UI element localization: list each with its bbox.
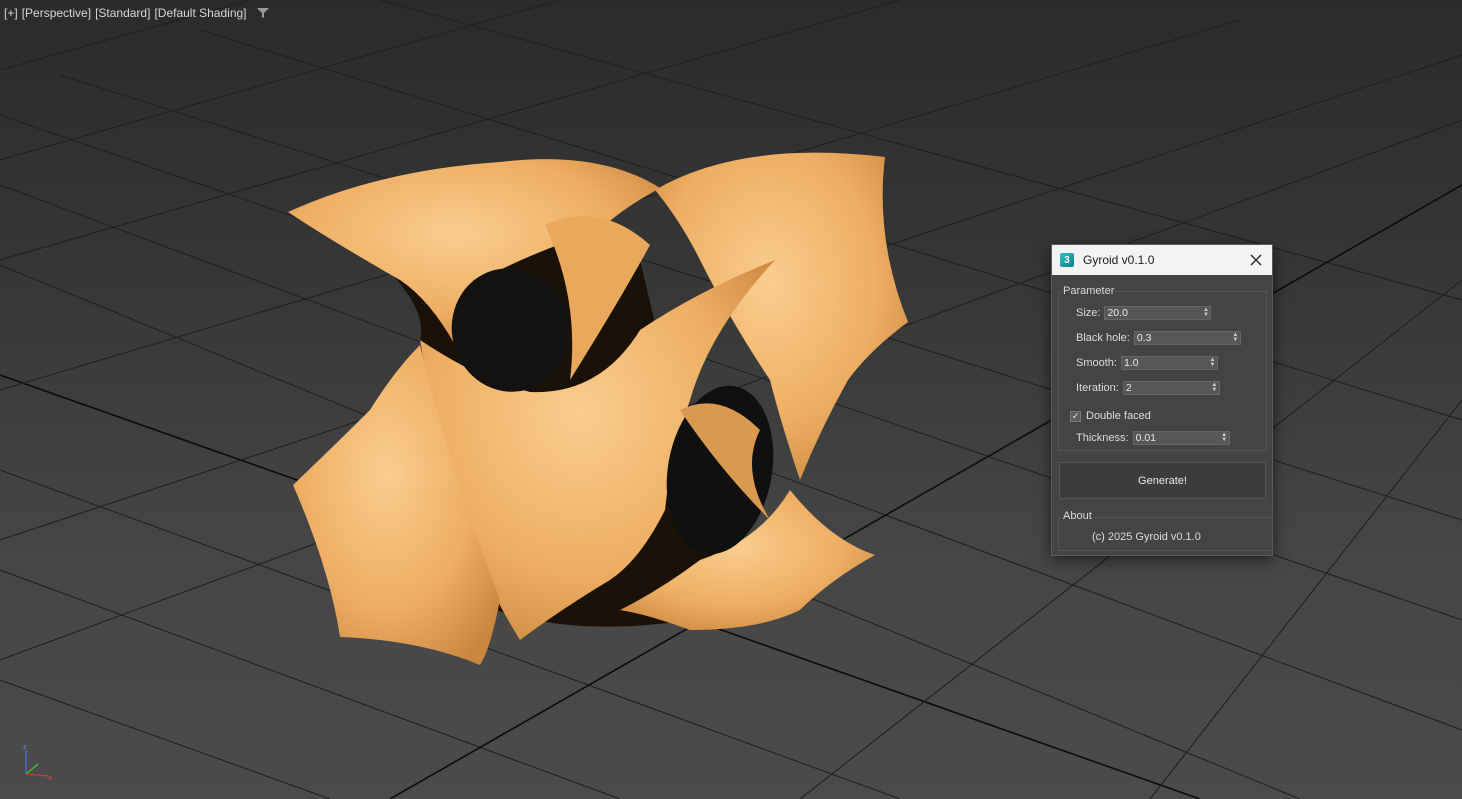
parameter-group-label: Parameter [1062,285,1116,297]
close-icon [1250,254,1262,266]
viewport-label-bar: [+] [Perspective] [Standard] [Default Sh… [4,6,269,20]
dialog-title: Gyroid v0.1.0 [1083,253,1155,267]
smooth-row: Smooth: 1.0 ▲ ▼ [1076,356,1218,370]
double-faced-checkbox[interactable]: ✓ [1070,410,1081,422]
about-text-row: (c) 2025 Gyroid v0.1.0 [1092,531,1201,543]
smooth-spinner-arrows[interactable]: ▲ ▼ [1208,357,1217,369]
iteration-spinner[interactable]: 2 ▲ ▼ [1122,381,1220,395]
smooth-spinner[interactable]: 1.0 ▲ ▼ [1120,356,1218,370]
black-hole-spinner[interactable]: 0.3 ▲ ▼ [1133,331,1241,345]
viewport-menu-standard[interactable]: [Standard] [95,6,150,20]
close-button[interactable] [1246,250,1266,270]
iteration-row: Iteration: 2 ▲ ▼ [1076,381,1220,395]
black-hole-value[interactable]: 0.3 [1135,332,1231,344]
svg-text:z: z [23,743,27,751]
double-faced-row: ✓ Double faced [1070,410,1151,422]
thickness-value[interactable]: 0.01 [1134,432,1220,444]
double-faced-label[interactable]: Double faced [1086,410,1151,422]
size-value[interactable]: 20.0 [1105,307,1201,319]
smooth-label: Smooth: [1076,357,1117,369]
checkmark-icon: ✓ [1071,410,1080,421]
thickness-spinner-arrows[interactable]: ▲ ▼ [1220,432,1229,444]
size-row: Size: 20.0 ▲ ▼ [1076,306,1212,320]
black-hole-row: Black hole: 0.3 ▲ ▼ [1076,331,1241,345]
thickness-spinner[interactable]: 0.01 ▲ ▼ [1132,431,1230,445]
size-spinner-arrows[interactable]: ▲ ▼ [1201,307,1210,319]
about-group-label: About [1062,510,1093,522]
dialog-titlebar[interactable]: 3 Gyroid v0.1.0 [1052,245,1272,275]
black-hole-spinner-arrows[interactable]: ▲ ▼ [1231,332,1240,344]
axis-tripod-icon: z x [23,743,52,782]
app-icon: 3 [1060,253,1074,267]
gyroid-model[interactable] [288,152,908,665]
filter-icon[interactable] [256,7,269,19]
size-spinner[interactable]: 20.0 ▲ ▼ [1104,306,1212,320]
generate-button[interactable]: Generate! [1059,462,1266,499]
viewport-menu-shading[interactable]: [Default Shading] [154,6,246,20]
iteration-label: Iteration: [1076,382,1119,394]
size-label: Size: [1076,307,1101,319]
svg-text:x: x [48,774,52,782]
iteration-spinner-arrows[interactable]: ▲ ▼ [1210,382,1219,394]
iteration-value[interactable]: 2 [1124,382,1210,394]
black-hole-label: Black hole: [1076,332,1130,344]
viewport-menu-plus[interactable]: [+] [4,6,18,20]
about-text: (c) 2025 Gyroid v0.1.0 [1092,531,1201,543]
thickness-label: Thickness: [1076,432,1129,444]
viewport-menu-perspective[interactable]: [Perspective] [22,6,91,20]
thickness-row: Thickness: 0.01 ▲ ▼ [1076,431,1230,445]
gyroid-dialog: 3 Gyroid v0.1.0 Parameter Size: 20.0 ▲ ▼ … [1051,244,1273,556]
smooth-value[interactable]: 1.0 [1122,357,1208,369]
